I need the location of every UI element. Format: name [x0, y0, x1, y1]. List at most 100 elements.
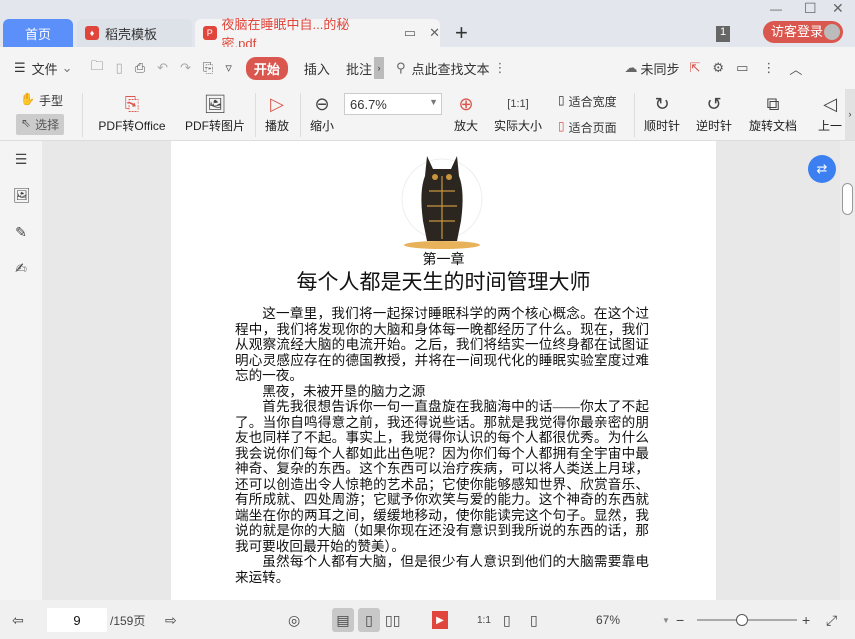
pdf-page: 第一章 每个人都是天生的时间管理大师 这一章里，我们将一起探讨睡眠科学的两个核心…	[171, 141, 716, 600]
signature-icon[interactable]: ✍	[13, 260, 29, 276]
rotate-document-button[interactable]: ⧉ 旋转文档	[746, 91, 800, 134]
pin-icon[interactable]: ▭	[404, 25, 416, 41]
tab-label: 首页	[24, 26, 51, 42]
select-tool-button[interactable]: ⇖ 选择	[16, 114, 65, 135]
pdf-to-office-button[interactable]: ⎘ PDF转Office	[92, 91, 172, 134]
save-icon[interactable]: ▯	[116, 60, 123, 76]
search-icon: ⚲	[395, 60, 406, 75]
redo-icon[interactable]: ↷	[180, 60, 191, 76]
fullscreen-icon[interactable]: ⤢	[826, 608, 837, 632]
label: 缩小	[309, 119, 334, 133]
rotate-ccw-button[interactable]: ↺ 逆时针	[694, 91, 734, 134]
tab-annotate[interactable]: 批注	[346, 59, 372, 78]
fit-page-icon: ▯	[558, 119, 565, 133]
zoom-dropdown-icon[interactable]: ▼	[662, 608, 670, 632]
fit-page-button[interactable]: ▯ 适合页面	[558, 119, 617, 136]
fit-width-icon[interactable]: ▯	[530, 608, 538, 632]
zoom-slider-thumb[interactable]	[736, 614, 748, 626]
play-button[interactable]: ▷ 播放	[262, 91, 292, 134]
outline-icon[interactable]: ☰	[13, 151, 29, 167]
more-dropdown-icon[interactable]: ▿	[225, 60, 232, 76]
zoom-in-button[interactable]: +	[802, 608, 810, 632]
zoom-select[interactable]: 66.7% ▼	[344, 93, 442, 115]
fit-page-icon[interactable]: ▯	[503, 608, 511, 632]
hand-tool-button[interactable]: ✋ 手型	[20, 92, 63, 109]
divider	[82, 93, 83, 137]
page-number-input[interactable]: 9	[47, 608, 107, 632]
main-toolbar: ☰ 文件 ⌄ 🗀 ▯ ⎙ ↶ ↷ ⎘ ▿ 开始 插入 批注 › ⚲ 点此查找文本…	[0, 47, 855, 89]
maximize-button[interactable]: ☐	[804, 0, 817, 17]
close-window-button[interactable]: ✕	[832, 0, 844, 17]
login-button[interactable]: 访客登录	[763, 21, 843, 43]
two-page-icon[interactable]: ▯▯	[385, 608, 400, 632]
more-vert-icon[interactable]: ⋮	[762, 60, 775, 76]
search-text-button[interactable]: 点此查找文本	[411, 59, 489, 78]
zoom-percent[interactable]: 67%	[596, 608, 620, 632]
comment-icon[interactable]: ▭	[736, 60, 748, 76]
ribbon: ✋ 手型 ⇖ 选择 ⎘ PDF转Office 🖼 PDF转图片 ▷ 播放 ⊖ 缩小 66.7…	[0, 89, 855, 141]
new-tab-button[interactable]: +	[455, 20, 468, 46]
zoom-out-icon: ⊖	[314, 93, 330, 114]
print-icon[interactable]: ⎙	[135, 60, 145, 76]
paragraph: 这一章里，我们将一起探讨睡眠科学的两个核心概念。在这个过程中，我们将发现你的大脑…	[235, 306, 649, 383]
docer-logo-icon: ♦	[85, 26, 99, 40]
export-icon[interactable]: ⎘	[203, 60, 213, 76]
pdf-to-image-button[interactable]: 🖼 PDF转图片	[184, 91, 246, 134]
actual-size-button[interactable]: [1:1] 实际大小	[490, 91, 546, 134]
pdf-icon: P	[203, 26, 217, 40]
zoom-in-icon: ⊕	[458, 93, 474, 114]
more-icon[interactable]: ⋮	[494, 60, 507, 76]
owl-illustration	[401, 156, 483, 249]
hand-icon: ✋	[20, 92, 35, 106]
share-icon[interactable]: ⇱	[690, 60, 701, 76]
chevron-down-icon: ⌄	[61, 60, 73, 75]
next-page-icon[interactable]: ⇨	[165, 608, 177, 632]
ribbon-scroll-right[interactable]: ›	[845, 89, 855, 140]
prev-page-icon[interactable]: ⇦	[12, 608, 24, 632]
zoom-in-button[interactable]: ⊕ 放大	[450, 91, 482, 134]
chevron-down-icon: ▼	[429, 97, 438, 107]
rotate-cw-icon: ↻	[654, 93, 670, 114]
fit-width-button[interactable]: ▯ 适合宽度	[558, 93, 617, 110]
zoom-slider[interactable]	[697, 614, 797, 626]
tabs-scroll-right[interactable]: ›	[373, 57, 384, 79]
divider	[634, 93, 635, 137]
label: 逆时针	[695, 119, 732, 133]
continuous-view-icon[interactable]: ▤	[332, 608, 354, 632]
scroll-thumb[interactable]	[842, 183, 853, 215]
undo-icon[interactable]: ↶	[157, 60, 168, 76]
zoom-out-button[interactable]: ⊖ 缩小	[306, 91, 338, 134]
login-label: 访客登录	[771, 24, 824, 39]
label: 顺时针	[643, 119, 680, 133]
tab-template[interactable]: ♦ 稻壳模板	[77, 19, 192, 47]
thumbnail-icon[interactable]: 🖼	[13, 187, 31, 203]
image-icon: 🖼	[203, 93, 227, 114]
tab-insert[interactable]: 插入	[304, 59, 330, 78]
file-menu[interactable]: 文件	[32, 59, 58, 78]
play-icon[interactable]: ▶	[432, 611, 448, 629]
tab-start[interactable]: 开始	[245, 56, 288, 80]
annotation-icon[interactable]: ✎	[13, 224, 29, 240]
close-tab-icon[interactable]: ✕	[429, 25, 440, 41]
label: 旋转文档	[748, 119, 797, 133]
tab-home[interactable]: 首页	[3, 19, 73, 47]
collapse-ribbon-icon[interactable]: ︿	[789, 59, 802, 78]
previous-page-button[interactable]: ◁ 上一	[815, 91, 845, 134]
arrow-left-icon: ◁	[823, 93, 837, 114]
floating-convert-button[interactable]: ⇄	[808, 155, 836, 183]
minimize-button[interactable]: —	[770, 2, 782, 16]
rotate-cw-button[interactable]: ↻ 顺时针	[642, 91, 682, 134]
open-icon[interactable]: 🗀	[91, 57, 104, 79]
menu-icon[interactable]: ☰	[14, 60, 26, 76]
actual-size-icon[interactable]: 1:1	[477, 608, 491, 632]
eye-protection-icon[interactable]: ◎	[288, 608, 300, 632]
vertical-scrollbar[interactable]	[840, 141, 855, 600]
sync-status[interactable]: 未同步	[641, 59, 680, 78]
gear-icon[interactable]: ⚙	[712, 60, 724, 76]
cloud-icon: ☁	[624, 60, 638, 75]
zoom-out-button[interactable]: −	[676, 608, 684, 632]
window-count-badge[interactable]: 1	[716, 26, 730, 42]
tab-document[interactable]: P 夜脑在睡眠中自...的秘密.pdf ▭ ✕	[195, 17, 440, 51]
single-page-icon[interactable]: ▯	[358, 608, 380, 632]
label: 上一	[817, 119, 842, 133]
